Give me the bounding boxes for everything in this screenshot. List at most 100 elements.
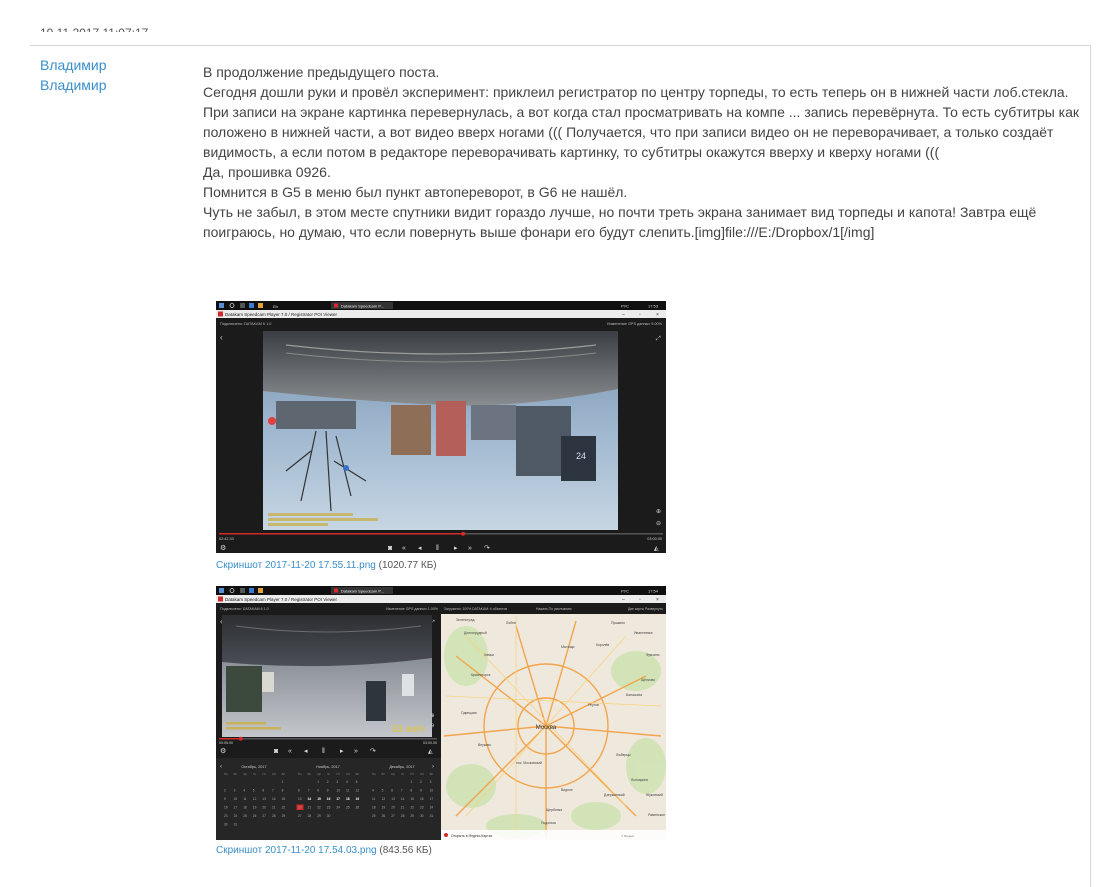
calendar-day[interactable]: 24 (430, 806, 434, 810)
calendar-day[interactable]: 3 (430, 780, 432, 784)
calendar-day[interactable]: 20 (298, 806, 302, 810)
calendar-day[interactable]: 12 (356, 789, 360, 793)
calendar-day[interactable]: 1 (282, 780, 284, 784)
calendar-day[interactable]: 31 (430, 814, 434, 818)
speed-chart-icon[interactable]: ◭ (428, 749, 433, 755)
calendar-day[interactable]: 28 (401, 814, 405, 818)
close-icon[interactable]: × (656, 597, 659, 603)
map-controls[interactable]: Нажать По умолчанию (536, 607, 572, 611)
calendar-day[interactable]: 29 (317, 814, 321, 818)
map-view-toggle[interactable]: Две карты Развернуть (628, 607, 663, 611)
calendar-day[interactable]: 30 (420, 814, 424, 818)
calendar-day[interactable]: 16 (327, 797, 331, 801)
calendar-day[interactable]: 21 (272, 806, 276, 810)
calendar-day[interactable]: 2 (420, 780, 422, 784)
calendar-day[interactable]: 25 (243, 814, 247, 818)
calendar-day[interactable]: 29 (410, 814, 414, 818)
settings-icon[interactable]: ⚙ (220, 747, 226, 755)
calendar-day[interactable]: 23 (224, 814, 228, 818)
calendar-day[interactable]: 1 (410, 780, 412, 784)
calendar-day[interactable]: 9 (224, 797, 226, 801)
camera-icon[interactable]: ◙ (274, 748, 278, 755)
calendar-day[interactable]: 26 (382, 814, 386, 818)
map-footer-link[interactable]: Открыть в Яндекс.Картах (451, 834, 493, 838)
author-login-link[interactable]: Владимир (40, 75, 190, 95)
fast-forward-icon[interactable]: » (468, 545, 472, 552)
calendar-day[interactable]: 19 (382, 806, 386, 810)
calendar-day[interactable]: 27 (391, 814, 395, 818)
attachment-image-2[interactable]: Datakam Speedcam P... РУС 17:54 Datakam … (216, 586, 666, 840)
speed-chart-icon[interactable]: ◭ (654, 546, 659, 552)
camera-icon[interactable]: ◙ (388, 545, 392, 552)
calendar-day[interactable]: 25 (346, 806, 350, 810)
taskbar-tab[interactable]: Datakam Speedcam P... (341, 304, 384, 309)
calendar-day[interactable]: 4 (243, 789, 245, 793)
calendar-day[interactable]: 10 (336, 789, 340, 793)
calendar-day[interactable]: 3 (336, 780, 338, 784)
taskbar-icon[interactable] (249, 588, 254, 593)
calendar-day[interactable]: 26 (356, 806, 360, 810)
calendar-day[interactable]: 14 (308, 797, 312, 801)
rotate-icon[interactable]: ↷ (370, 748, 376, 755)
pause-icon[interactable]: ‖ (322, 748, 325, 755)
minimize-icon[interactable]: – (622, 312, 625, 318)
calendar-prev-icon[interactable]: ‹ (220, 764, 222, 770)
map-view[interactable]: Москва Лобня Долгопрудный Химки Мытищи Корол… (441, 614, 666, 840)
calendar-day[interactable]: 13 (262, 797, 266, 801)
taskbar-time[interactable]: 17:54 (648, 589, 659, 594)
calendar-day[interactable]: 28 (308, 814, 312, 818)
calendar-day[interactable]: 22 (282, 806, 286, 810)
taskbar-lang[interactable]: РУС (621, 589, 629, 594)
fullscreen-icon[interactable]: ⤢ (656, 335, 661, 342)
taskbar-tab-short[interactable]: Eh (273, 304, 278, 309)
calendar-day[interactable]: 30 (224, 823, 228, 827)
calendar-day[interactable]: 25 (372, 814, 376, 818)
zoom-in-icon[interactable]: ⊕ (430, 713, 435, 719)
taskbar-icon[interactable] (258, 303, 263, 308)
calendar-day[interactable]: 21 (401, 806, 405, 810)
calendar-day[interactable]: 22 (317, 806, 321, 810)
calendar-day[interactable]: 26 (253, 814, 257, 818)
rewind-icon[interactable]: « (402, 545, 406, 552)
calendar-day[interactable]: 20 (262, 806, 266, 810)
calendar-day[interactable]: 27 (262, 814, 266, 818)
calendar-day[interactable]: 8 (282, 789, 284, 793)
calendar-day[interactable]: 13 (298, 797, 302, 801)
attachment-image-1[interactable]: Eh Datakam Speedcam P... РУС 17:53 Datak… (216, 301, 666, 553)
calendar-day[interactable]: 10 (234, 797, 238, 801)
calendar-day[interactable]: 7 (272, 789, 274, 793)
calendar-day[interactable]: 18 (243, 806, 247, 810)
calendar-day[interactable]: 12 (382, 797, 386, 801)
taskbar-icon[interactable] (240, 588, 245, 593)
calendar-day[interactable]: 7 (308, 789, 310, 793)
calendar-day[interactable]: 19 (253, 806, 257, 810)
calendar-day[interactable]: 15 (317, 797, 321, 801)
calendar-day[interactable]: 23 (327, 806, 331, 810)
maximize-icon[interactable]: ▫ (639, 597, 641, 603)
calendar-day[interactable]: 13 (391, 797, 395, 801)
calendar-day[interactable]: 2 (224, 789, 226, 793)
calendar-day[interactable]: 17 (234, 806, 238, 810)
windows-start-icon[interactable] (219, 303, 224, 308)
progress-track[interactable] (219, 738, 437, 740)
calendar-day[interactable]: 11 (372, 797, 376, 801)
calendar-day[interactable]: 12 (253, 797, 257, 801)
calendar-day[interactable]: 18 (372, 806, 376, 810)
calendar-day[interactable]: 6 (262, 789, 264, 793)
step-back-icon[interactable]: ◂ (304, 748, 308, 755)
calendar-day[interactable]: 11 (243, 797, 247, 801)
calendar-day[interactable]: 27 (298, 814, 302, 818)
calendar-day[interactable]: 15 (410, 797, 414, 801)
step-forward-icon[interactable]: ▸ (340, 748, 344, 755)
calendar-day[interactable]: 8 (410, 789, 412, 793)
rotate-icon[interactable]: ↷ (484, 545, 490, 552)
minimize-icon[interactable]: – (622, 597, 625, 603)
taskbar-time[interactable]: 17:53 (648, 304, 659, 309)
calendar-day[interactable]: 17 (336, 797, 340, 801)
calendar-day[interactable]: 3 (234, 789, 236, 793)
attachment-link-1[interactable]: Скриншот 2017-11-20 17.55.11.png (216, 560, 376, 571)
taskbar-icon[interactable] (240, 303, 245, 308)
calendar-day[interactable]: 24 (336, 806, 340, 810)
calendar-day[interactable]: 14 (272, 797, 276, 801)
calendar-day[interactable]: 11 (346, 789, 350, 793)
